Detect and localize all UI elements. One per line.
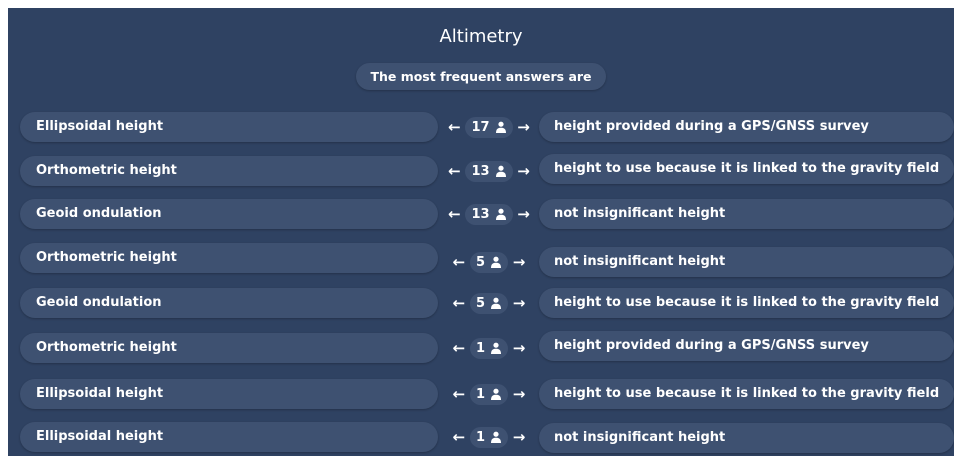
subtitle-wrap: The most frequent answers are — [8, 63, 954, 90]
arrow-right-icon: → — [517, 205, 530, 223]
count-value: 13 — [471, 206, 490, 222]
answer-row: Ellipsoidal height ← 1 → not insignificant h… — [8, 422, 954, 456]
answer-counter: ← 13 → — [442, 156, 536, 186]
answer-counter: ← 13 → — [442, 199, 536, 229]
arrow-left-icon: ← — [452, 294, 466, 312]
count-badge: 1 — [469, 337, 509, 359]
count-badge: 1 — [469, 383, 509, 405]
answer-row: Ellipsoidal height ← 1 → height to use becau… — [8, 379, 954, 413]
answer-left-pill: Geoid ondulation — [20, 288, 438, 318]
count-badge: 17 — [465, 116, 513, 138]
arrow-right-icon: → — [512, 253, 526, 271]
answer-left-pill: Ellipsoidal height — [20, 379, 438, 409]
answer-counter: ← 5 → — [442, 288, 536, 318]
app-window: Altimetry The most frequent answers are … — [8, 8, 954, 456]
count-badge: 5 — [469, 251, 509, 273]
arrow-right-icon: → — [517, 118, 530, 136]
answer-left-pill: Orthometric height — [20, 243, 438, 273]
user-icon — [490, 431, 502, 443]
arrow-left-icon: ← — [452, 339, 466, 357]
user-icon — [490, 342, 502, 354]
answer-left-pill: Orthometric height — [20, 333, 438, 363]
arrow-left-icon: ← — [452, 385, 466, 403]
count-value: 13 — [471, 163, 490, 179]
user-icon — [490, 297, 502, 309]
answer-row: Orthometric height ← 13 → height to use beca… — [8, 154, 954, 190]
arrow-right-icon: → — [512, 339, 526, 357]
arrow-right-icon: → — [512, 385, 526, 403]
arrow-right-icon: → — [512, 428, 526, 446]
answer-row: Ellipsoidal height ← 17 → height provided du… — [8, 112, 954, 146]
count-badge: 13 — [465, 160, 513, 182]
answer-left-pill: Geoid ondulation — [20, 199, 438, 229]
answer-right-pill: not insignificant height — [539, 423, 954, 453]
user-icon — [495, 121, 507, 133]
count-badge: 13 — [465, 203, 513, 225]
user-icon — [495, 165, 507, 177]
count-value: 5 — [475, 254, 486, 270]
answer-row: Orthometric height ← 5 → not insignificant h… — [8, 243, 954, 277]
arrow-right-icon: → — [512, 294, 526, 312]
user-icon — [495, 208, 507, 220]
answer-counter: ← 1 → — [442, 379, 536, 409]
answer-right-pill: height to use because it is linked to th… — [539, 288, 954, 318]
count-value: 5 — [475, 295, 486, 311]
answer-right-pill: not insignificant height — [539, 199, 954, 229]
subtitle-badge: The most frequent answers are — [356, 63, 606, 90]
answer-left-pill: Ellipsoidal height — [20, 112, 438, 142]
answer-counter: ← 1 → — [442, 333, 536, 363]
arrow-left-icon: ← — [452, 253, 466, 271]
answer-counter: ← 1 → — [442, 422, 536, 452]
answer-counter: ← 5 → — [442, 247, 536, 277]
answer-left-pill: Orthometric height — [20, 156, 438, 186]
arrow-left-icon: ← — [452, 428, 466, 446]
count-value: 1 — [475, 340, 486, 356]
user-icon — [490, 388, 502, 400]
answer-counter: ← 17 → — [442, 112, 536, 142]
arrow-left-icon: ← — [448, 162, 461, 180]
answer-left-pill: Ellipsoidal height — [20, 422, 438, 452]
answer-right-pill: height to use because it is linked to th… — [539, 379, 954, 409]
arrow-left-icon: ← — [448, 205, 461, 223]
answer-right-pill: height provided during a GPS/GNSS survey — [539, 331, 954, 361]
arrow-left-icon: ← — [448, 118, 461, 136]
count-badge: 1 — [469, 426, 509, 448]
count-value: 1 — [475, 386, 486, 402]
answer-row: Geoid ondulation ← 13 → not insignificant he… — [8, 199, 954, 233]
page-title: Altimetry — [439, 26, 523, 47]
answer-right-pill: height to use because it is linked to th… — [539, 154, 954, 184]
count-badge: 5 — [469, 292, 509, 314]
answer-row: Orthometric height ← 1 → height provided dur… — [8, 331, 954, 367]
answer-right-pill: height provided during a GPS/GNSS survey — [539, 112, 954, 142]
arrow-right-icon: → — [517, 162, 530, 180]
answer-right-pill: not insignificant height — [539, 247, 954, 277]
answer-row: Geoid ondulation ← 5 → height to use because… — [8, 288, 954, 322]
count-value: 17 — [471, 119, 490, 135]
count-value: 1 — [475, 429, 486, 445]
user-icon — [490, 256, 502, 268]
